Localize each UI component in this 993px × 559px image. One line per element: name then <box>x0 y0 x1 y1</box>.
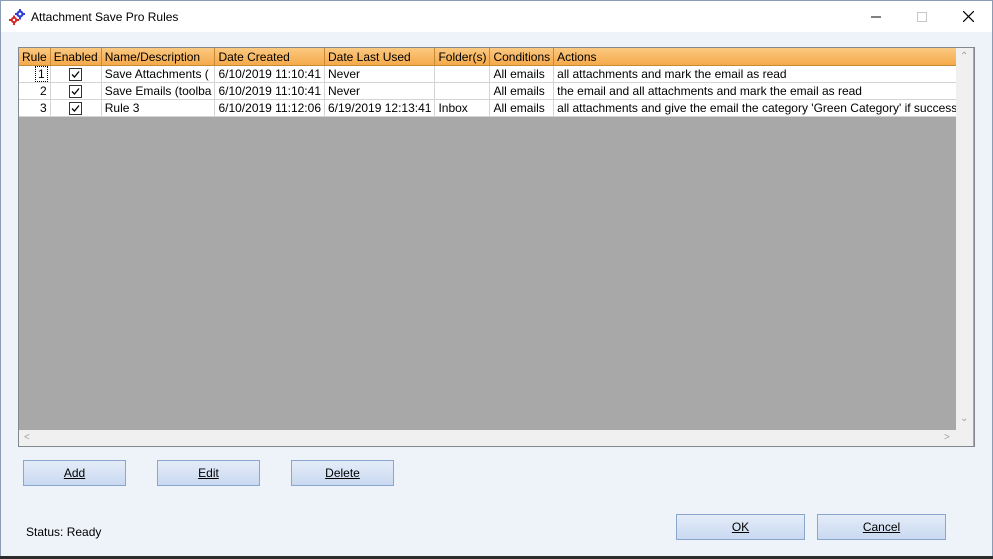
scroll-up-icon[interactable]: ⌃ <box>960 52 968 62</box>
rule-number-cell[interactable]: 3 <box>19 99 51 117</box>
folders-cell[interactable]: Inbox <box>434 99 491 117</box>
checkmark-icon <box>71 88 80 96</box>
conditions-cell[interactable]: All emails <box>489 99 555 117</box>
close-icon <box>962 11 974 22</box>
scrollbar-corner <box>956 430 973 446</box>
scroll-down-icon[interactable]: ⌄ <box>960 414 968 424</box>
horizontal-scrollbar[interactable]: < > <box>19 430 956 446</box>
date-last-used-cell[interactable]: Never <box>324 65 436 83</box>
status-text: Status: Ready <box>26 525 102 539</box>
date-created-cell[interactable]: 6/10/2019 11:10:41 <box>214 65 325 83</box>
rule-number: 3 <box>40 101 47 115</box>
enabled-checkbox[interactable] <box>69 68 83 82</box>
maximize-button[interactable] <box>899 1 945 32</box>
conditions-cell[interactable]: All emails <box>489 82 555 100</box>
enabled-cell[interactable] <box>50 99 102 117</box>
actions-cell[interactable]: all attachments and give the email the c… <box>553 99 956 117</box>
column-header-name[interactable]: Name/Description <box>101 48 216 66</box>
rule-number-cell[interactable]: 2 <box>19 82 51 100</box>
delete-button[interactable]: Delete <box>291 460 394 486</box>
conditions-cell[interactable]: All emails <box>489 65 555 83</box>
date-last-used-cell[interactable]: Never <box>324 82 436 100</box>
enabled-cell[interactable] <box>50 65 102 83</box>
header-row: Rule Enabled Name/Description Date Creat… <box>19 48 956 66</box>
ok-button[interactable]: OK <box>676 514 805 540</box>
table-row[interactable]: 2 Save Emails (toolba 6/10/2019 11:10:41… <box>19 82 956 100</box>
title-bar: Attachment Save Pro Rules <box>1 1 992 32</box>
enabled-checkbox[interactable] <box>69 85 83 99</box>
gears-icon <box>9 9 25 25</box>
column-header-actions[interactable]: Actions <box>553 48 956 66</box>
minimize-button[interactable] <box>853 1 899 32</box>
folders-cell[interactable] <box>434 65 491 83</box>
vertical-scrollbar[interactable]: ⌃ ⌄ <box>956 48 973 430</box>
maximize-icon <box>917 11 927 22</box>
date-last-used-cell[interactable]: 6/19/2019 12:13:41 <box>324 99 436 117</box>
name-cell[interactable]: Save Emails (toolba <box>101 82 216 100</box>
folders-cell[interactable] <box>434 82 491 100</box>
actions-cell[interactable]: the email and all attachments and mark t… <box>553 82 956 100</box>
column-header-rule[interactable]: Rule <box>19 48 51 66</box>
rule-number: 1 <box>35 66 48 82</box>
name-cell[interactable]: Rule 3 <box>101 99 216 117</box>
enabled-checkbox[interactable] <box>69 102 83 116</box>
checkmark-icon <box>71 105 80 113</box>
date-created-cell[interactable]: 6/10/2019 11:10:41 <box>214 82 325 100</box>
column-header-conditions[interactable]: Conditions <box>489 48 555 66</box>
grid-viewport: Rule Enabled Name/Description Date Creat… <box>19 48 956 430</box>
actions-cell[interactable]: all attachments and mark the email as re… <box>553 65 956 83</box>
close-button[interactable] <box>945 1 991 32</box>
column-header-date-created[interactable]: Date Created <box>214 48 325 66</box>
add-button[interactable]: Add <box>23 460 126 486</box>
window-title: Attachment Save Pro Rules <box>31 10 179 24</box>
column-header-enabled[interactable]: Enabled <box>50 48 102 66</box>
minimize-icon <box>871 16 881 17</box>
table-row[interactable]: 3 Rule 3 6/10/2019 11:12:06 6/19/2019 12… <box>19 99 956 117</box>
column-header-folders[interactable]: Folder(s) <box>434 48 491 66</box>
enabled-cell[interactable] <box>50 82 102 100</box>
name-cell[interactable]: Save Attachments ( <box>101 65 216 83</box>
rule-number-cell[interactable]: 1 <box>19 65 51 83</box>
checkmark-icon <box>71 71 80 79</box>
column-header-date-last-used[interactable]: Date Last Used <box>324 48 436 66</box>
scroll-right-icon[interactable]: > <box>944 433 950 443</box>
rules-dialog: Attachment Save Pro Rules Rule Enabled N… <box>0 0 993 559</box>
table-row[interactable]: 1 Save Attachments ( 6/10/2019 11:10:41 … <box>19 65 956 83</box>
rules-grid[interactable]: Rule Enabled Name/Description Date Creat… <box>18 47 975 447</box>
date-created-cell[interactable]: 6/10/2019 11:12:06 <box>214 99 325 117</box>
cancel-button[interactable]: Cancel <box>817 514 946 540</box>
scroll-left-icon[interactable]: < <box>24 433 30 443</box>
rule-number: 2 <box>40 84 47 98</box>
rules-table: Rule Enabled Name/Description Date Creat… <box>19 48 956 117</box>
edit-button[interactable]: Edit <box>157 460 260 486</box>
